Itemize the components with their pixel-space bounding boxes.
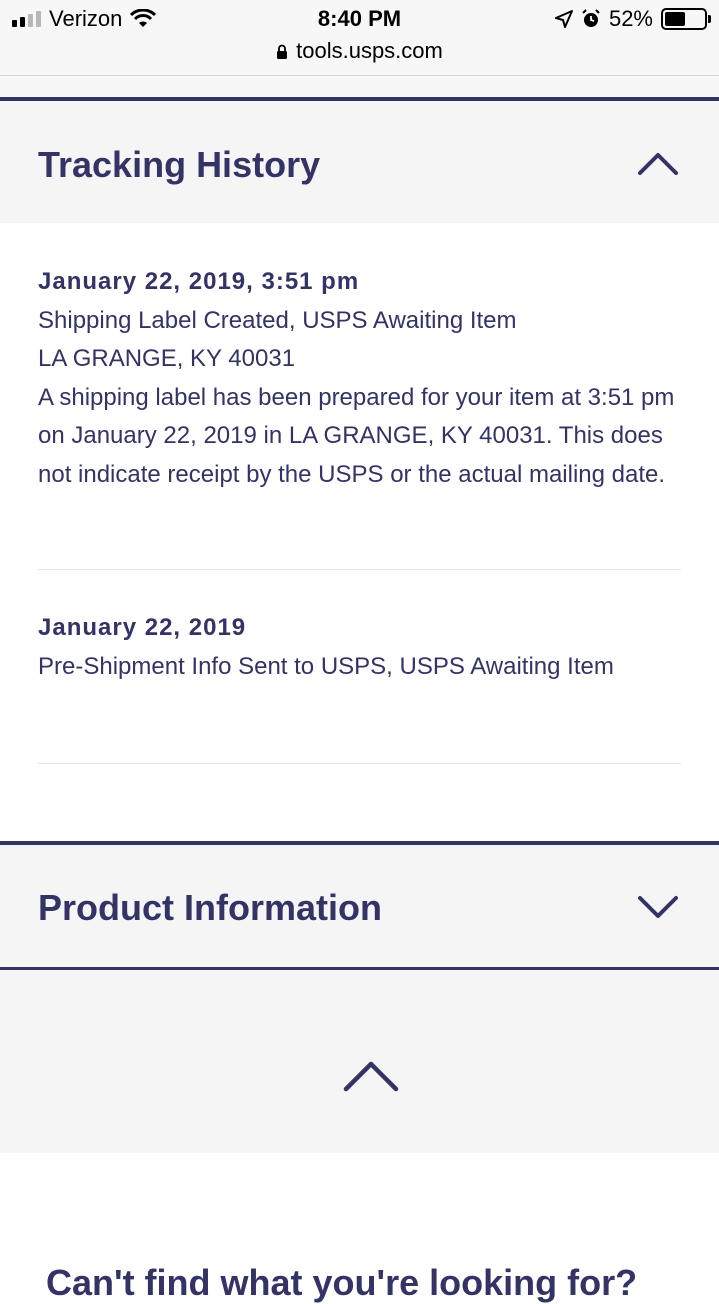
tracking-event: January 22, 2019, 3:51 pm Shipping Label…	[38, 263, 681, 494]
battery-icon	[661, 8, 711, 30]
event-description: A shipping label has been prepared for y…	[38, 383, 675, 488]
status-bar: Verizon 8:40 PM 52%	[0, 0, 719, 38]
event-date: January 22, 2019	[38, 614, 247, 641]
url-text[interactable]: tools.usps.com	[296, 38, 443, 64]
tracking-history-title: Tracking History	[38, 144, 321, 185]
event-location: LA GRANGE, KY 40031	[38, 345, 296, 372]
chevron-up-icon[interactable]	[637, 150, 679, 176]
event-date: January 22, 2019, 3:51 pm	[38, 268, 360, 295]
faq-heading: Can't find what you're looking for?	[46, 1262, 638, 1303]
status-right: 52%	[554, 6, 711, 32]
url-bar[interactable]: tools.usps.com	[0, 38, 719, 76]
alarm-icon	[582, 9, 600, 27]
location-arrow-icon	[554, 10, 573, 28]
tracking-event: January 22, 2019 Pre-Shipment Info Sent …	[38, 609, 681, 686]
event-status: Pre-Shipment Info Sent to USPS, USPS Awa…	[38, 652, 614, 680]
product-information-title: Product Information	[38, 887, 382, 928]
battery-percent: 52%	[608, 6, 653, 31]
back-to-top-chevron-up-icon[interactable]	[343, 1058, 399, 1092]
battery-fill	[665, 12, 685, 26]
product-information-header[interactable]: Product Information	[0, 841, 719, 971]
event-divider	[38, 569, 681, 570]
lock-icon	[277, 44, 288, 59]
event-divider	[38, 763, 681, 764]
chevron-down-icon[interactable]	[637, 895, 679, 921]
page-top-spacer	[0, 77, 719, 97]
tracking-history-header[interactable]: Tracking History	[0, 97, 719, 223]
event-status: Shipping Label Created, USPS Awaiting It…	[38, 306, 517, 334]
